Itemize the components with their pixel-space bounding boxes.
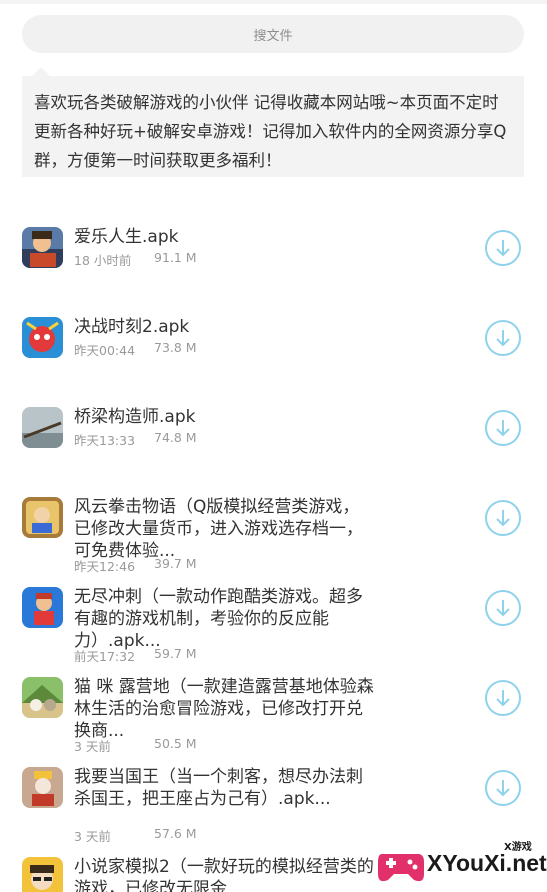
file-time: 昨天00:44 xyxy=(74,343,136,358)
top-divider xyxy=(0,0,547,4)
file-name: 无尽冲刺（一款动作跑酷类游戏。超多有趣的游戏机制，考验你的反应能力）.apk..… xyxy=(74,587,363,651)
file-item[interactable]: 桥梁构造师.apk 昨天13:33 74.8 M xyxy=(0,390,547,470)
app-icon xyxy=(22,317,63,358)
file-name: 小说家模拟2（一款好玩的模拟经营类的游戏，已修改无限金 xyxy=(74,857,374,892)
app-icon xyxy=(22,857,63,892)
app-icon xyxy=(22,677,63,718)
file-name: 猫 咪 露营地（一款建造露营基地体验森林生活的治愈冒险游戏，已修改打开兑换商..… xyxy=(74,677,374,741)
download-button[interactable] xyxy=(485,500,521,536)
file-item[interactable]: 猫 咪 露营地（一款建造露营基地体验森林生活的治愈冒险游戏，已修改打开兑换商..… xyxy=(0,660,547,754)
download-button[interactable] xyxy=(485,230,521,266)
file-meta: 18 小时前 91.1 M xyxy=(74,250,197,269)
file-size: 74.8 M xyxy=(154,430,197,445)
file-item[interactable]: 风云拳击物语（Q版模拟经营类游戏，已修改大量货币，进入游戏选存档一，可免费体验.… xyxy=(0,480,547,574)
notice-text: 喜欢玩各类破解游戏的小伙伴 记得收藏本网站哦~本页面不定时更新各种好玩+破解安卓… xyxy=(34,93,507,170)
file-name: 我要当国王（当一个刺客，想尽办法刺杀国王，把王座占为己有）.apk... xyxy=(74,767,363,809)
file-meta: 昨天13:33 74.8 M xyxy=(74,430,197,449)
file-item[interactable]: 我要当国王（当一个刺客，想尽办法刺杀国王，把王座占为己有）.apk... 3 天… xyxy=(0,750,547,844)
file-name: 桥梁构造师.apk xyxy=(74,407,196,427)
file-size: 91.1 M xyxy=(154,250,197,265)
download-button[interactable] xyxy=(485,770,521,806)
site-watermark: X游戏 XYouXi.net xyxy=(372,836,547,892)
download-arrow-icon xyxy=(496,240,510,257)
file-time: 昨天13:33 xyxy=(74,433,136,448)
notice-box: 喜欢玩各类破解游戏的小伙伴 记得收藏本网站哦~本页面不定时更新各种好玩+破解安卓… xyxy=(22,67,524,177)
file-size: 57.6 M xyxy=(154,826,197,841)
search-input[interactable]: 搜文件 xyxy=(22,15,524,53)
search-placeholder: 搜文件 xyxy=(253,28,293,44)
download-arrow-icon xyxy=(496,600,510,617)
file-size: 73.8 M xyxy=(154,340,197,355)
file-name: 风云拳击物语（Q版模拟经营类游戏，已修改大量货币，进入游戏选存档一，可免费体验.… xyxy=(74,497,363,561)
app-icon xyxy=(22,497,63,538)
download-button[interactable] xyxy=(485,680,521,716)
download-arrow-icon xyxy=(496,690,510,707)
download-button[interactable] xyxy=(485,590,521,626)
app-icon xyxy=(22,767,63,808)
file-time: 18 小时前 xyxy=(74,253,132,268)
file-name: 爱乐人生.apk xyxy=(74,227,179,247)
download-arrow-icon xyxy=(496,780,510,797)
file-meta: 昨天00:44 73.8 M xyxy=(74,340,197,359)
watermark-site-text: XYouXi.net xyxy=(427,850,547,876)
file-size: 50.5 M xyxy=(154,736,197,751)
file-size: 39.7 M xyxy=(154,556,197,571)
file-name: 决战时刻2.apk xyxy=(74,317,190,337)
file-item[interactable]: 爱乐人生.apk 18 小时前 91.1 M xyxy=(0,210,547,290)
download-arrow-icon xyxy=(496,420,510,437)
app-icon xyxy=(22,227,63,268)
download-arrow-icon xyxy=(496,330,510,347)
app-icon xyxy=(22,587,63,628)
app-icon xyxy=(22,407,63,448)
notice-pointer xyxy=(32,67,50,76)
file-size: 59.7 M xyxy=(154,646,197,661)
file-item[interactable]: 决战时刻2.apk 昨天00:44 73.8 M xyxy=(0,300,547,380)
gamepad-logo-icon xyxy=(378,854,424,882)
file-item[interactable]: 无尽冲刺（一款动作跑酷类游戏。超多有趣的游戏机制，考验你的反应能力）.apk..… xyxy=(0,570,547,664)
download-button[interactable] xyxy=(485,320,521,356)
download-button[interactable] xyxy=(485,410,521,446)
download-arrow-icon xyxy=(496,510,510,527)
